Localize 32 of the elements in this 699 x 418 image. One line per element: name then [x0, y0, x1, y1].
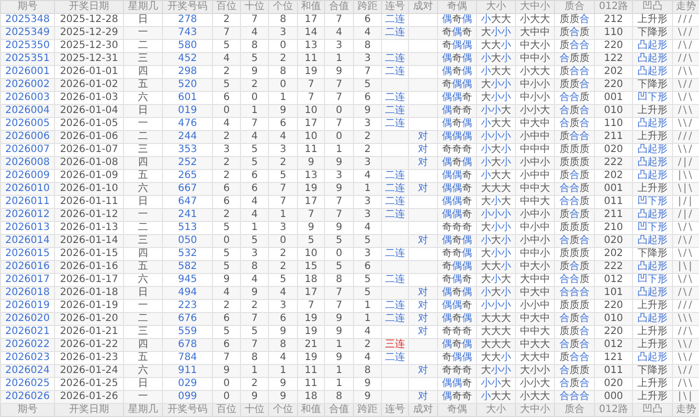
- column-header: 期号: [0, 0, 54, 14]
- column-header: 百位: [212, 0, 240, 14]
- column-footer: 奇偶: [438, 404, 476, 416]
- column-footer: 开奖号码: [162, 404, 212, 416]
- column-header: 大小: [476, 0, 516, 14]
- column-header: 连号: [382, 0, 408, 14]
- column-header: 跨距: [354, 0, 382, 14]
- column-header: 012路: [594, 0, 632, 14]
- column-header: 开奖号码: [162, 0, 212, 14]
- column-header: 个位: [268, 0, 298, 14]
- column-header: 十位: [240, 0, 268, 14]
- column-footer: 星期几: [124, 404, 162, 416]
- column-footer: 开奖日期: [54, 404, 124, 416]
- column-footer: 012路: [594, 404, 632, 416]
- column-footer: 大中小: [516, 404, 554, 416]
- column-header: 开奖日期: [54, 0, 124, 14]
- column-header: 走势: [672, 0, 699, 14]
- column-footer: 大小: [476, 404, 516, 416]
- column-header: 质合: [554, 0, 594, 14]
- column-footer: 质合: [554, 404, 594, 416]
- column-header: 大中小: [516, 0, 554, 14]
- column-header: 星期几: [124, 0, 162, 14]
- column-header: 和值: [298, 0, 324, 14]
- column-footer: 成对: [408, 404, 438, 416]
- column-footer: 走势: [672, 404, 699, 416]
- column-header: 合值: [324, 0, 354, 14]
- column-header: 凹凸: [632, 0, 672, 14]
- column-footer: 十位: [240, 404, 268, 416]
- column-footer: 期号: [0, 404, 54, 416]
- column-footer: 凹凸: [632, 404, 672, 416]
- column-header: 奇偶: [438, 0, 476, 14]
- column-header: 成对: [408, 0, 438, 14]
